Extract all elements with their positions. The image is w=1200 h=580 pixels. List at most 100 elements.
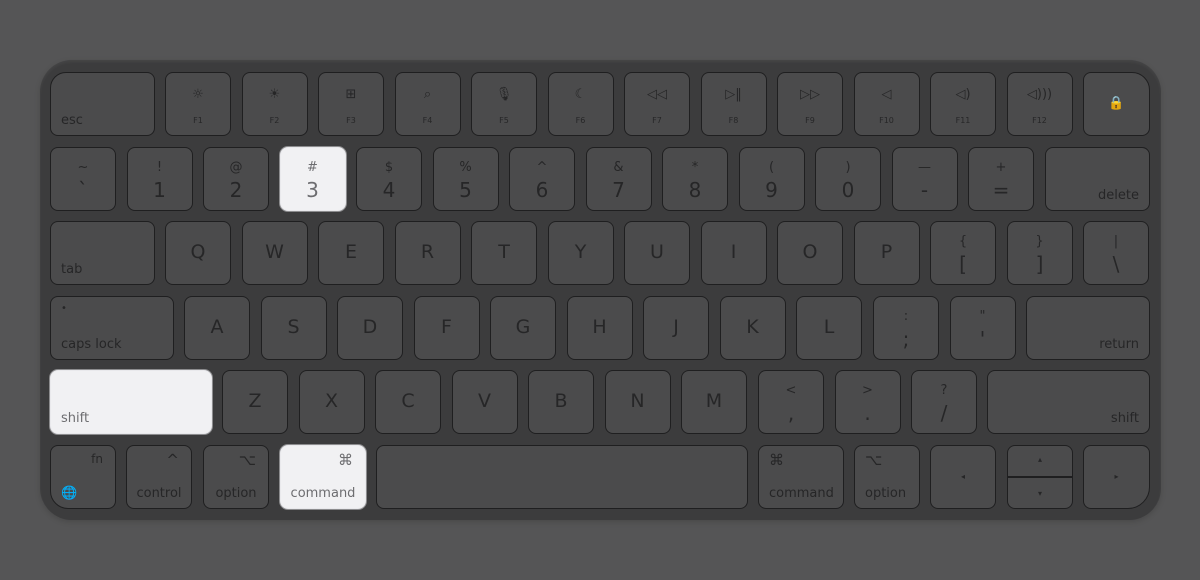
key-symbol[interactable]: ? /	[911, 370, 977, 434]
key-z[interactable]: Z	[222, 370, 288, 434]
key-return[interactable]: return	[1026, 296, 1150, 360]
key-fn[interactable]: fn 🌐	[50, 445, 116, 509]
key-a[interactable]: A	[184, 296, 250, 360]
key-symbol[interactable]: | \	[1083, 221, 1149, 285]
key-symbol[interactable]: <,	[758, 370, 824, 434]
key-o[interactable]: O	[777, 221, 843, 285]
key-shift-symbol: +	[995, 160, 1007, 175]
key-v[interactable]: V	[451, 370, 518, 434]
key-space[interactable]	[376, 445, 748, 509]
key-q[interactable]: Q	[165, 221, 231, 285]
mute-icon: ◁	[881, 87, 892, 102]
key-label: F6	[575, 116, 586, 125]
key-5[interactable]: % 5	[432, 147, 499, 211]
key-f[interactable]: F	[413, 296, 480, 360]
key-f2[interactable]: ☀ F2	[241, 72, 308, 136]
key-f1[interactable]: ☼ F1	[165, 72, 231, 136]
key-3[interactable]: #3	[279, 147, 346, 211]
key-tab[interactable]: tab	[50, 221, 155, 285]
key-w[interactable]: W	[241, 221, 308, 285]
key-command-left[interactable]: ⌘ command	[280, 445, 366, 509]
arrow-divider	[1008, 476, 1072, 478]
key-command-right[interactable]: ⌘ command	[758, 445, 844, 509]
key-label: F10	[879, 116, 894, 125]
key-j[interactable]: J	[643, 296, 709, 360]
key-g[interactable]: G	[490, 296, 556, 360]
key-4[interactable]: $4	[356, 147, 422, 211]
key-f6[interactable]: ☾ F6	[547, 72, 614, 136]
key-i[interactable]: I	[700, 221, 767, 285]
key-y[interactable]: Y	[547, 221, 614, 285]
key-2[interactable]: @2	[203, 147, 269, 211]
key-letter: A	[210, 316, 224, 338]
arrow-left-icon: ◂	[960, 472, 965, 481]
key-h[interactable]: H	[566, 296, 633, 360]
key-esc[interactable]: esc	[50, 72, 155, 136]
key-8[interactable]: * 8	[662, 147, 728, 211]
key-=[interactable]: + =	[968, 147, 1034, 211]
key-shift-symbol: $	[384, 160, 394, 175]
key-1[interactable]: ! 1	[126, 147, 193, 211]
key-shift-symbol: ?	[940, 383, 948, 398]
key-f12[interactable]: ◁))) F12	[1006, 72, 1073, 136]
key-delete[interactable]: delete	[1045, 147, 1150, 211]
key-caps-lock[interactable]: • caps lock	[50, 296, 174, 360]
key-label: F8	[728, 116, 739, 125]
key-f4[interactable]: ⌕ F4	[394, 72, 461, 136]
key-option-left[interactable]: ⌥ option	[203, 445, 269, 509]
key-k[interactable]: K	[719, 296, 786, 360]
key-label: F4	[422, 116, 433, 125]
key-letter: X	[324, 390, 339, 412]
key--[interactable]: — -	[891, 147, 958, 211]
key-6[interactable]: ^ 6	[509, 147, 575, 211]
key-label: tab	[61, 262, 83, 277]
key-`[interactable]: ~ `	[50, 147, 116, 211]
key-symbol: 7	[612, 178, 625, 202]
key-e[interactable]: E	[318, 221, 384, 285]
key-symbol[interactable]: :;	[873, 296, 939, 360]
key-l[interactable]: L	[796, 296, 862, 360]
key-arrow-left[interactable]: ◂	[930, 445, 996, 509]
key-n[interactable]: N	[604, 370, 671, 434]
key-f11[interactable]: ◁) F11	[930, 72, 996, 136]
key-shift-symbol: —	[918, 160, 931, 175]
key-0[interactable]: ) 0	[815, 147, 881, 211]
key-arrow-right[interactable]: ▸	[1083, 445, 1150, 509]
key-symbol[interactable]: >.	[834, 370, 901, 434]
key-7[interactable]: & 7	[585, 147, 652, 211]
key-r[interactable]: R	[394, 221, 461, 285]
key-symbol: 4	[382, 178, 396, 202]
key-s[interactable]: S	[260, 296, 327, 360]
key-d[interactable]: D	[337, 296, 403, 360]
key-symbol[interactable]: }]	[1006, 221, 1073, 285]
key-symbol: 5	[459, 178, 472, 202]
key-symbol[interactable]: {[	[930, 221, 996, 285]
key-t[interactable]: T	[471, 221, 537, 285]
option-icon: ⌥	[865, 451, 883, 469]
key-symbol: ]	[1035, 252, 1044, 276]
key-x[interactable]: X	[298, 370, 365, 434]
key-option-right[interactable]: ⌥ option	[854, 445, 920, 509]
key-lock[interactable]: 🔒	[1083, 72, 1150, 136]
key-9[interactable]: (9	[738, 147, 805, 211]
key-control[interactable]: ^ control	[126, 445, 192, 509]
key-label: fn	[91, 452, 103, 466]
key-f8[interactable]: ▷‖ F8	[700, 72, 767, 136]
key-left-shift[interactable]: shift	[50, 370, 212, 434]
key-arrow-up-down[interactable]: ▴ ▾	[1007, 445, 1073, 509]
key-b[interactable]: B	[528, 370, 594, 434]
key-letter: B	[554, 390, 568, 412]
key-right-shift[interactable]: shift	[987, 370, 1150, 434]
key-p[interactable]: P	[853, 221, 920, 285]
key-symbol[interactable]: " '	[949, 296, 1016, 360]
key-f7[interactable]: ◁◁ F7	[624, 72, 690, 136]
key-m[interactable]: M	[681, 370, 747, 434]
key-f5[interactable]: 🎙 F5	[471, 72, 537, 136]
key-f10[interactable]: ◁ F10	[853, 72, 920, 136]
key-u[interactable]: U	[624, 221, 690, 285]
key-c[interactable]: C	[375, 370, 441, 434]
key-f3[interactable]: ⊞ F3	[318, 72, 384, 136]
key-shift-symbol: %	[459, 160, 472, 175]
key-f9[interactable]: ▷▷ F9	[777, 72, 843, 136]
key-label: shift	[61, 411, 90, 426]
